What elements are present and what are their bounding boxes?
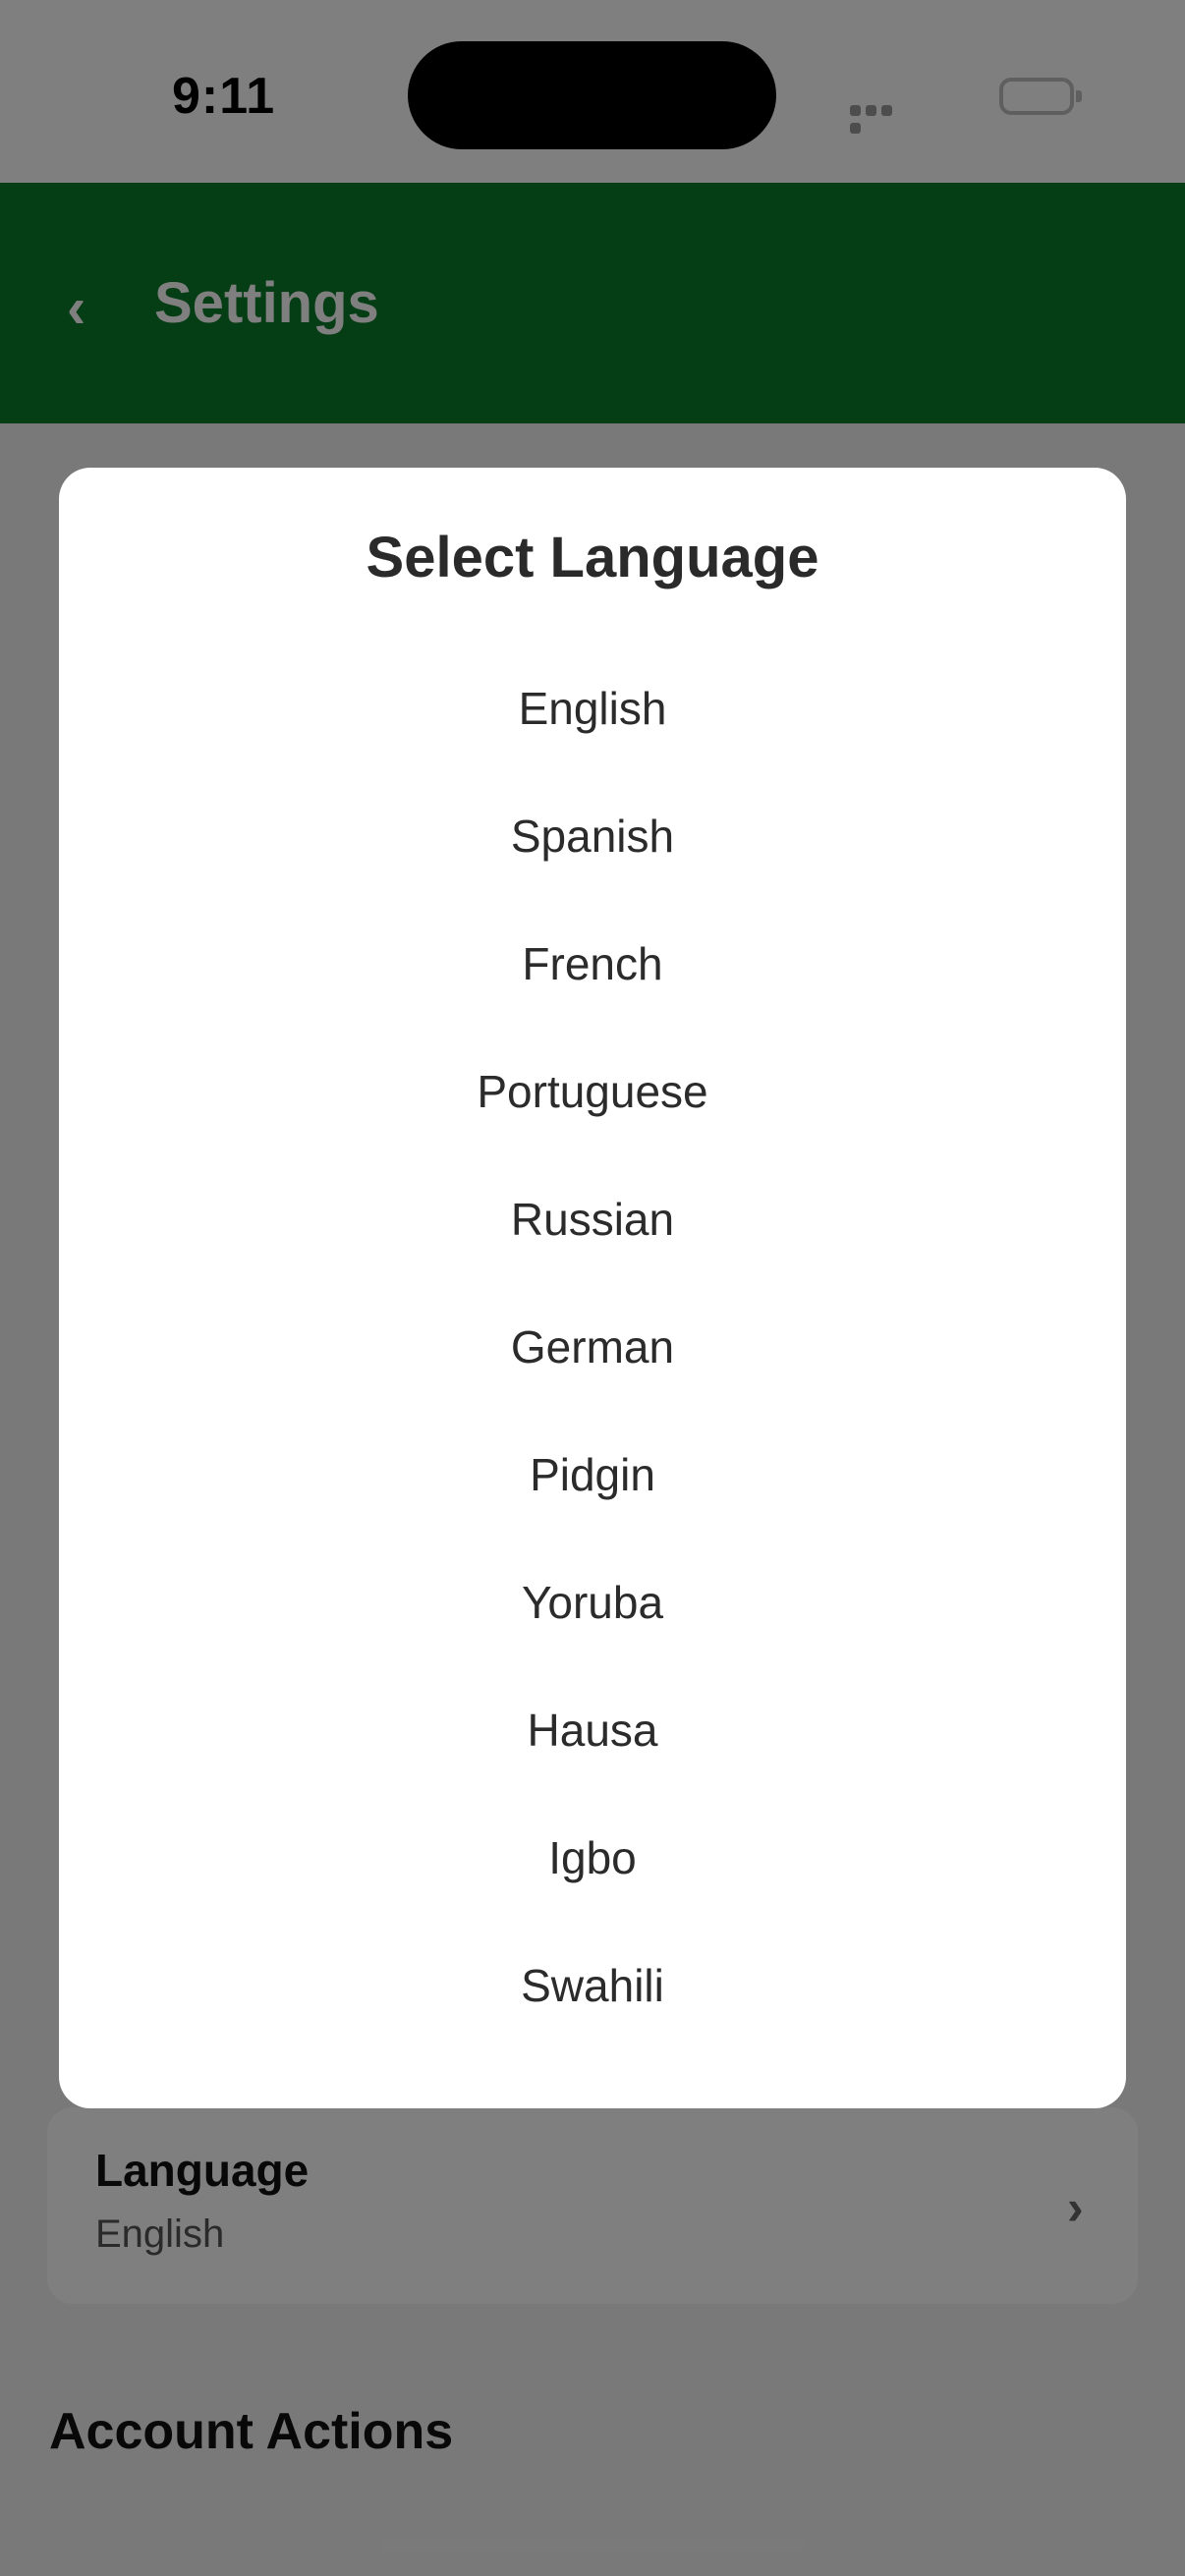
language-option-pidgin[interactable]: Pidgin	[59, 1426, 1126, 1524]
language-option-russian[interactable]: Russian	[59, 1170, 1126, 1268]
language-option-swahili[interactable]: Swahili	[59, 1936, 1126, 2035]
language-option-german[interactable]: German	[59, 1298, 1126, 1396]
language-option-portuguese[interactable]: Portuguese	[59, 1042, 1126, 1141]
language-option-spanish[interactable]: Spanish	[59, 787, 1126, 885]
home-indicator[interactable]	[380, 2538, 805, 2552]
language-option-french[interactable]: French	[59, 915, 1126, 1013]
select-language-modal: Select Language English Spanish French P…	[59, 468, 1126, 2108]
modal-title: Select Language	[366, 526, 819, 589]
language-option-english[interactable]: English	[59, 659, 1126, 757]
language-option-yoruba[interactable]: Yoruba	[59, 1553, 1126, 1652]
language-option-igbo[interactable]: Igbo	[59, 1809, 1126, 1907]
language-option-hausa[interactable]: Hausa	[59, 1681, 1126, 1779]
